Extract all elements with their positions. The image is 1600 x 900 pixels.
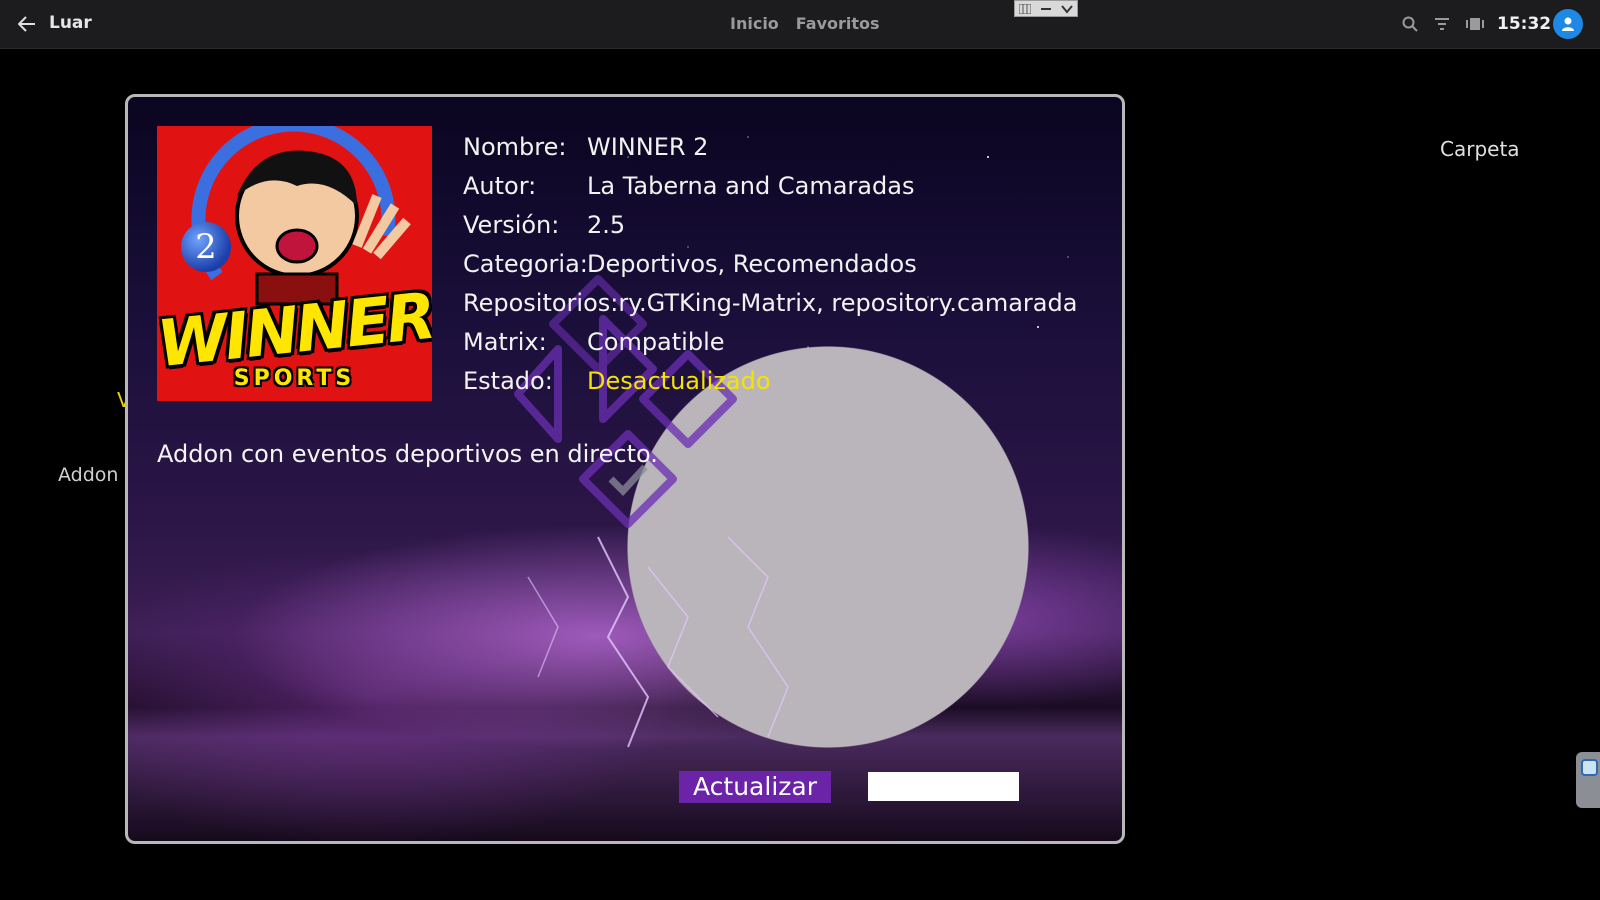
info-value: 2.5	[587, 210, 626, 239]
top-nav: Inicio Favoritos	[730, 14, 880, 33]
nav-favoritos[interactable]: Favoritos	[796, 14, 880, 33]
info-row-autor: Autor: La Taberna and Camaradas	[463, 166, 1077, 205]
info-value: Compatible	[587, 327, 725, 356]
info-key: Autor:	[463, 171, 537, 200]
back-arrow-icon[interactable]	[16, 13, 38, 35]
minimize-icon[interactable]	[1040, 4, 1052, 14]
info-value: WINNER 2	[587, 132, 709, 161]
info-value: La Taberna and Camaradas	[587, 171, 915, 200]
filter-icon[interactable]	[1432, 14, 1452, 34]
folder-label: Carpeta	[1440, 137, 1520, 161]
chevron-down-icon[interactable]	[1060, 4, 1073, 14]
addon-logo: 2 WINNER SPORTS	[157, 126, 432, 401]
secondary-button[interactable]	[868, 772, 1019, 801]
layout-icon[interactable]	[1465, 14, 1485, 34]
update-button[interactable]: Actualizar	[679, 771, 831, 803]
info-value: ry.GTKing-Matrix, repository.camarada	[618, 288, 1078, 317]
search-icon[interactable]	[1400, 14, 1420, 34]
addon-description: Addon con eventos deportivos en directo.	[157, 440, 658, 468]
nav-inicio[interactable]: Inicio	[730, 14, 779, 33]
info-row-repositorios: Repositorios: ry.GTKing-Matrix, reposito…	[463, 283, 1077, 322]
addon-info-dialog: 2 WINNER SPORTS Nombre: WINNER 2 Autor: …	[125, 94, 1125, 844]
logo-subtitle: SPORTS	[233, 366, 356, 391]
app-title: Luar	[49, 13, 92, 33]
info-key: Categoria:	[463, 249, 588, 278]
info-row-version: Versión: 2.5	[463, 205, 1077, 244]
grid-icon[interactable]	[1019, 3, 1032, 14]
info-key: Repositorios:	[463, 288, 619, 317]
top-bar: Luar Inicio Favoritos 15:32	[0, 0, 1600, 49]
info-row-estado: Estado: Desactualizado	[463, 361, 1077, 400]
logo-badge-number: 2	[181, 222, 231, 272]
info-key: Estado:	[463, 366, 553, 395]
info-row-nombre: Nombre: WINNER 2	[463, 127, 1077, 166]
addon-label: Addon	[58, 464, 119, 486]
info-key: Nombre:	[463, 132, 567, 161]
info-key: Versión:	[463, 210, 560, 239]
window-controls[interactable]	[1014, 0, 1078, 17]
addon-info-list: Nombre: WINNER 2 Autor: La Taberna and C…	[463, 127, 1077, 400]
info-value: Deportivos, Recomendados	[587, 249, 917, 278]
info-row-matrix: Matrix: Compatible	[463, 322, 1077, 361]
info-row-categoria: Categoria: Deportivos, Recomendados	[463, 244, 1077, 283]
user-icon[interactable]	[1553, 9, 1583, 39]
info-key: Matrix:	[463, 327, 547, 356]
side-widget-tab[interactable]	[1576, 752, 1600, 808]
clock: 15:32	[1497, 14, 1552, 34]
status-value: Desactualizado	[587, 366, 771, 395]
remote-icon	[1581, 759, 1598, 776]
